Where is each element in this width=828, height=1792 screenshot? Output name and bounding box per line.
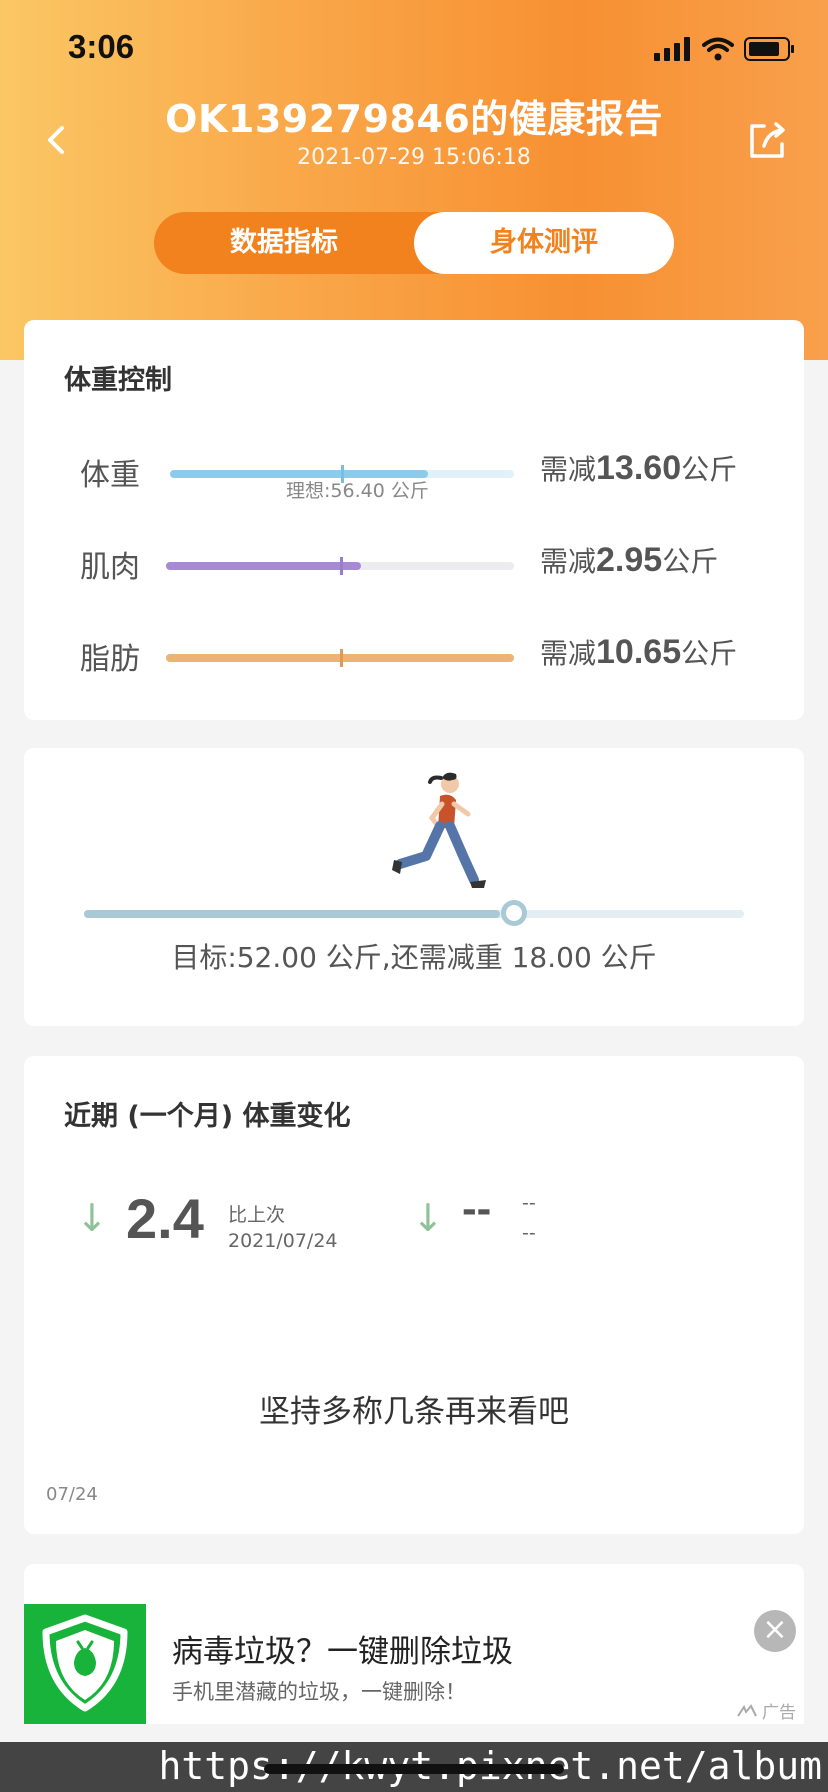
status-time: 3:06 bbox=[68, 28, 135, 65]
metric-name: 脂肪 bbox=[80, 642, 140, 677]
goal-text: 目标:52.00 公斤,还需减重 18.00 公斤 bbox=[171, 941, 657, 974]
ad-close-button[interactable]: × bbox=[754, 1610, 796, 1652]
status-icons bbox=[654, 36, 796, 62]
goal-progress-track bbox=[84, 910, 744, 918]
weight-need: 需减13.60公斤 bbox=[540, 449, 738, 487]
weight-need-value: 13.60 bbox=[596, 449, 682, 487]
ad-network-icon bbox=[737, 1703, 757, 1717]
page-title: OK139279846的健康报告 bbox=[165, 97, 663, 141]
weight-control-card: 体重控制 体重 需减13.60公斤 理想:56.40 公斤 肌肉 需减2.95公… bbox=[24, 320, 804, 720]
fat-ideal-tick bbox=[340, 649, 343, 667]
tab-body-assessment[interactable]: 身体测评 bbox=[414, 212, 674, 274]
ad-title[interactable]: 病毒垃圾？一键删除垃圾 bbox=[172, 1626, 513, 1671]
metric-name: 体重 bbox=[80, 458, 140, 493]
down-arrow-icon: ↓ bbox=[412, 1196, 444, 1240]
muscle-bar bbox=[166, 557, 514, 575]
status-bar: 3:06 bbox=[0, 0, 828, 100]
goal-card: 目标:52.00 公斤,还需减重 18.00 公斤 bbox=[24, 748, 804, 1026]
down-arrow-icon: ↓ bbox=[76, 1196, 108, 1240]
goal-progress-knob bbox=[501, 900, 527, 926]
battery-icon bbox=[744, 37, 794, 61]
fat-need-value: 10.65 bbox=[596, 633, 682, 671]
metric-row-muscle: 肌肉 需减2.95公斤 bbox=[24, 534, 804, 594]
metric-name: 肌肉 bbox=[80, 550, 140, 585]
secondary-compare-label: -- bbox=[522, 1192, 536, 1214]
weight-change-value: 2.4 bbox=[126, 1187, 204, 1250]
report-tab-switch: 数据指标 身体测评 bbox=[154, 212, 674, 274]
fat-bar bbox=[166, 649, 514, 667]
home-indicator[interactable] bbox=[264, 1764, 564, 1774]
report-datetime: 2021-07-29 15:06:18 bbox=[297, 145, 531, 170]
share-icon[interactable] bbox=[742, 116, 792, 166]
secondary-change-value: -- bbox=[462, 1184, 492, 1233]
ad-description[interactable]: 手机里潜藏的垃圾，一键删除！ bbox=[172, 1676, 466, 1706]
fat-need: 需减10.65公斤 bbox=[540, 633, 738, 671]
runner-illustration bbox=[392, 772, 486, 888]
compare-date: 2021/07/24 bbox=[228, 1230, 338, 1252]
compare-label: 比上次 bbox=[228, 1204, 286, 1226]
weight-trend-title: 近期 (一个月) 体重变化 bbox=[64, 1101, 351, 1132]
wifi-icon bbox=[702, 37, 734, 61]
ad-banner[interactable]: 病毒垃圾？一键删除垃圾 手机里潜藏的垃圾，一键删除！ × 广告 bbox=[24, 1564, 804, 1724]
weight-trend-card: 近期 (一个月) 体重变化 ↓ 2.4 比上次 2021/07/24 ↓ -- … bbox=[24, 1056, 804, 1534]
trend-axis-date: 07/24 bbox=[46, 1484, 98, 1505]
trend-empty-message: 坚持多称几条再来看吧 bbox=[259, 1394, 569, 1430]
metric-row-fat: 脂肪 需减10.65公斤 bbox=[24, 626, 804, 686]
weight-control-title: 体重控制 bbox=[64, 365, 172, 396]
muscle-bar-fill bbox=[166, 562, 361, 570]
ad-app-icon[interactable] bbox=[24, 1604, 146, 1724]
secondary-compare-date: -- bbox=[522, 1222, 536, 1244]
muscle-ideal-tick bbox=[340, 557, 343, 575]
ideal-weight-label: 理想:56.40 公斤 bbox=[286, 480, 429, 502]
signal-icon bbox=[654, 37, 690, 61]
ad-badge-label: 广告 bbox=[762, 1703, 796, 1723]
tab-data-metrics[interactable]: 数据指标 bbox=[154, 212, 414, 274]
shield-icon bbox=[42, 1614, 128, 1712]
muscle-need-value: 2.95 bbox=[596, 541, 663, 579]
goal-progress-fill bbox=[84, 910, 500, 918]
ad-badge: 广告 bbox=[736, 1698, 796, 1723]
muscle-need: 需减2.95公斤 bbox=[540, 541, 719, 579]
